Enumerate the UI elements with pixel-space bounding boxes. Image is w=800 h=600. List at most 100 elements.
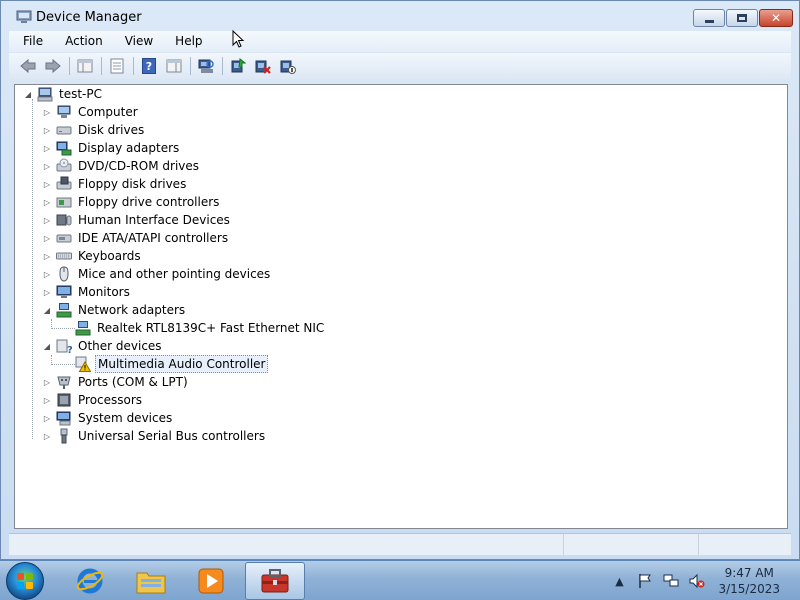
expand-icon[interactable]: ▷ (42, 161, 52, 171)
taskbar-media-player[interactable] (184, 562, 238, 600)
windows-logo-icon (17, 573, 33, 589)
tree-category-dvd-drives[interactable]: ▷ DVD/CD-ROM drives (42, 157, 201, 175)
show-action-pane-button[interactable] (163, 56, 185, 76)
floppy-disk-icon (56, 176, 72, 190)
toolbar-separator (133, 57, 134, 75)
tree-category-ports[interactable]: ▷ Ports (COM & LPT) (42, 373, 190, 391)
expand-icon[interactable]: ▷ (42, 125, 52, 135)
forward-icon (45, 59, 61, 73)
show-hidden-icons-icon[interactable]: ▲ (611, 573, 627, 589)
expand-icon[interactable]: ▷ (42, 413, 52, 423)
collapse-icon[interactable]: ◢ (42, 305, 52, 315)
windows-explorer-icon (136, 572, 166, 594)
expand-icon[interactable]: ▷ (42, 395, 52, 405)
tree-category-keyboards[interactable]: ▷ Keyboards (42, 247, 143, 265)
start-button[interactable] (6, 562, 44, 600)
maximize-button[interactable] (726, 9, 758, 27)
tree-category-floppy-drive-controllers[interactable]: ▷ Floppy drive controllers (42, 193, 221, 211)
category-label: Keyboards (78, 249, 141, 263)
status-bar (9, 533, 791, 555)
category-label: Floppy drive controllers (78, 195, 220, 209)
other-devices-icon: ? (56, 339, 72, 354)
tree-category-other-devices[interactable]: ◢ ? Other devices (42, 337, 164, 355)
tree-category-processors[interactable]: ▷ Processors (42, 391, 144, 409)
internet-explorer-icon (76, 568, 104, 594)
expand-icon[interactable]: ▷ (42, 287, 52, 297)
dvd-drive-icon (56, 158, 72, 172)
device-realtek-nic[interactable]: Realtek RTL8139C+ Fast Ethernet NIC (75, 319, 326, 337)
properties-button[interactable] (106, 56, 128, 76)
tree-category-network-adapters[interactable]: ◢ Network adapters (42, 301, 187, 319)
network-adapter-icon (56, 303, 72, 318)
svg-text:?: ? (146, 60, 152, 73)
taskbar-windows-explorer[interactable] (124, 562, 178, 600)
expand-icon[interactable]: ▷ (42, 251, 52, 261)
forward-button[interactable] (42, 56, 64, 76)
category-label: System devices (78, 411, 173, 425)
menu-help[interactable]: Help (167, 31, 210, 52)
category-label: Other devices (78, 339, 162, 353)
menu-bar: File Action View Help (9, 31, 791, 52)
menu-action[interactable]: Action (57, 31, 111, 52)
system-device-icon (56, 411, 71, 426)
expand-icon[interactable]: ▷ (42, 377, 52, 387)
disable-device-button[interactable] (277, 56, 299, 76)
expand-icon[interactable]: ▷ (42, 179, 52, 189)
tree-category-monitors[interactable]: ▷ Monitors (42, 283, 132, 301)
media-player-icon (198, 568, 224, 594)
back-button[interactable] (17, 56, 39, 76)
minimize-button[interactable] (693, 9, 725, 27)
toolbar-separator (101, 57, 102, 75)
network-icon[interactable] (663, 573, 679, 589)
taskbar: ▲ 9:47 AM 3/15/2023 (0, 560, 800, 600)
toolbar-separator (69, 57, 70, 75)
uninstall-button[interactable] (252, 56, 274, 76)
menu-view[interactable]: View (117, 31, 161, 52)
processor-icon (57, 393, 71, 407)
tree-category-usb-controllers[interactable]: ▷ Universal Serial Bus controllers (42, 427, 267, 445)
category-label: Universal Serial Bus controllers (78, 429, 266, 443)
device-tree[interactable]: ◢ test-PC ▷ Computer ▷ Disk drives ▷ Dis… (14, 84, 788, 529)
collapse-icon[interactable]: ◢ (42, 341, 52, 351)
expand-icon[interactable]: ▷ (42, 431, 52, 441)
tree-category-computer[interactable]: ▷ Computer (42, 103, 140, 121)
tree-category-ide-controllers[interactable]: ▷ IDE ATA/ATAPI controllers (42, 229, 230, 247)
close-button[interactable]: ✕ (759, 9, 793, 27)
title-bar[interactable]: Device Manager ✕ (1, 1, 799, 31)
expand-icon[interactable]: ▷ (42, 107, 52, 117)
expand-icon[interactable]: ▷ (42, 233, 52, 243)
taskbar-internet-explorer[interactable] (63, 562, 117, 600)
category-label: Display adapters (78, 141, 180, 155)
tree-category-hid[interactable]: ▷ Human Interface Devices (42, 211, 232, 229)
system-tray: ▲ 9:47 AM 3/15/2023 (606, 561, 800, 600)
action-center-flag-icon[interactable] (637, 573, 653, 589)
device-multimedia-audio-controller[interactable]: Multimedia Audio Controller (75, 355, 269, 373)
tree-category-disk-drives[interactable]: ▷ Disk drives (42, 121, 146, 139)
collapse-icon[interactable]: ◢ (23, 89, 33, 99)
tree-category-floppy-disk-drives[interactable]: ▷ Floppy disk drives (42, 175, 188, 193)
expand-icon[interactable]: ▷ (42, 215, 52, 225)
menu-file[interactable]: File (15, 31, 51, 52)
scan-hardware-changes-button[interactable] (195, 56, 217, 76)
taskbar-device-manager[interactable] (245, 562, 305, 600)
usb-icon (60, 428, 68, 444)
show-hide-console-tree-button[interactable] (74, 56, 96, 76)
disable-device-icon (280, 60, 296, 74)
update-driver-button[interactable] (227, 56, 249, 76)
clock[interactable]: 9:47 AM 3/15/2023 (718, 565, 780, 597)
expand-icon[interactable]: ▷ (42, 269, 52, 279)
volume-muted-icon[interactable] (689, 573, 705, 589)
properties-icon (110, 58, 124, 74)
device-manager-taskbar-icon (261, 569, 289, 593)
expand-icon[interactable]: ▷ (42, 197, 52, 207)
device-label: Multimedia Audio Controller (95, 355, 269, 373)
tree-category-display-adapters[interactable]: ▷ Display adapters (42, 139, 181, 157)
maximize-icon (737, 14, 747, 22)
tree-root[interactable]: ◢ test-PC (23, 85, 104, 103)
help-icon: ? (142, 58, 156, 74)
tree-category-system-devices[interactable]: ▷ System devices (42, 409, 174, 427)
tree-category-mice[interactable]: ▷ Mice and other pointing devices (42, 265, 272, 283)
expand-icon[interactable]: ▷ (42, 143, 52, 153)
help-button[interactable]: ? (138, 56, 160, 76)
toolbar-separator (190, 57, 191, 75)
